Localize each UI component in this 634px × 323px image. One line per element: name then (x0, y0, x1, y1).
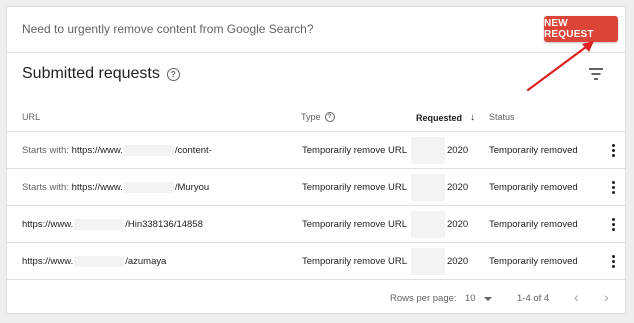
help-icon[interactable]: ? (166, 67, 180, 81)
url-end: /azumaya (125, 256, 167, 268)
column-header-requested[interactable]: Requested ↓ (416, 112, 475, 123)
more-options-icon[interactable] (612, 255, 615, 268)
column-header-status: Status (489, 112, 515, 122)
next-page-icon[interactable]: › (604, 289, 609, 305)
section-title: Submitted requests ? (22, 65, 180, 83)
url-start: https://www. (22, 256, 74, 268)
redaction-block (74, 256, 125, 267)
column-header-url: URL (22, 112, 40, 122)
table-row: https://www. /azumaya Temporarily remove … (7, 243, 625, 280)
url-end: /Muryou (174, 182, 210, 194)
url-end: /content- (174, 145, 212, 157)
section-title-text: Submitted requests (22, 65, 160, 82)
requested-cell: 2020 (447, 219, 469, 230)
urgent-removal-question: Need to urgently remove content from Goo… (22, 22, 314, 36)
type-cell: Temporarily remove URL (302, 182, 408, 193)
type-cell: Temporarily remove URL (302, 256, 408, 267)
redaction-block (74, 219, 125, 230)
url-start: https://www. (71, 145, 123, 157)
redaction-block (123, 182, 174, 193)
sort-descending-icon: ↓ (470, 112, 476, 123)
table-row: https://www. /Hin338136/14858 Temporarily… (7, 206, 625, 243)
more-options-icon[interactable] (612, 218, 615, 231)
more-options-icon[interactable] (612, 181, 615, 194)
url-end: /Hin338136/14858 (125, 219, 203, 231)
type-cell: Temporarily remove URL (302, 145, 408, 156)
redaction-block (411, 137, 445, 164)
type-help-icon[interactable]: ? (324, 112, 335, 122)
dropdown-caret-icon[interactable] (484, 297, 492, 301)
requested-cell: 2020 (447, 145, 469, 156)
annotation-arrow-icon (526, 41, 594, 92)
pagination-bar: Rows per page: 10 1-4 of 4 ‹ › (7, 281, 625, 315)
url-start: https://www. (71, 182, 123, 194)
rows-per-page-label: Rows per page: (390, 293, 457, 304)
redaction-block (411, 174, 445, 201)
status-cell: Temporarily removed (489, 145, 578, 156)
table-row: Starts with: https://www. /Muryou Tempora… (7, 169, 625, 206)
more-options-icon[interactable] (612, 144, 615, 157)
url-cell: https://www. /azumaya (22, 256, 166, 267)
redaction-block (123, 145, 174, 156)
type-cell: Temporarily remove URL (302, 219, 408, 230)
table-header: URL Type ? Requested ↓ Status (7, 102, 625, 132)
status-cell: Temporarily removed (489, 256, 578, 267)
status-cell: Temporarily removed (489, 219, 578, 230)
rows-per-page-select[interactable]: 10 (465, 293, 476, 304)
redaction-block (411, 211, 445, 238)
column-header-status-label: Status (489, 112, 515, 122)
requested-cell: 2020 (447, 182, 469, 193)
redaction-block (411, 248, 445, 275)
previous-page-icon[interactable]: ‹ (574, 289, 579, 305)
url-cell: https://www. /Hin338136/14858 (22, 219, 203, 230)
column-header-url-label: URL (22, 112, 41, 122)
url-prefix: Starts with: (22, 145, 72, 157)
pagination-range: 1-4 of 4 (517, 293, 550, 304)
url-cell: Starts with: https://www. /Muryou (22, 182, 209, 193)
table-row: Starts with: https://www. /content- Tempo… (7, 132, 625, 169)
url-prefix: Starts with: (22, 182, 72, 194)
column-header-type: Type ? (301, 112, 335, 122)
column-header-requested-label: Requested (416, 112, 463, 123)
url-start: https://www. (22, 219, 74, 231)
url-cell: Starts with: https://www. /content- (22, 145, 212, 156)
requested-cell: 2020 (447, 256, 469, 267)
column-header-type-label: Type (301, 112, 321, 122)
status-cell: Temporarily removed (489, 182, 578, 193)
